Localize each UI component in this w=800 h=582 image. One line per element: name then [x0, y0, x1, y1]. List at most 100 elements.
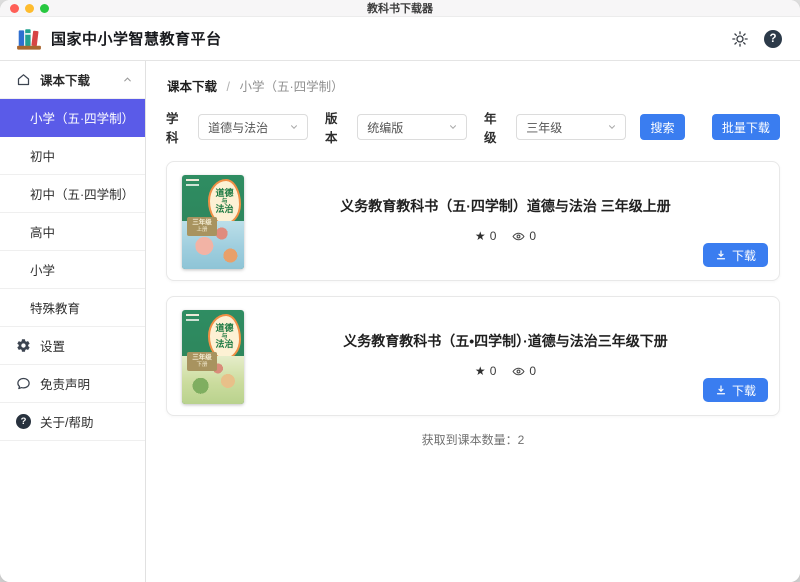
sidebar-group-label: 课本下载	[40, 70, 90, 89]
window-title: 教科书下载器	[0, 0, 800, 16]
main-layout: 课本下载 小学（五·四学制） 初中 初中（五·四学制） 高中 小学 特殊教育	[0, 61, 800, 582]
star-icon: ★	[475, 364, 486, 378]
book-info: 义务教育教科书（五•四学制）·道德与法治三年级下册 ★ 0 0	[244, 310, 767, 402]
chevron-down-icon	[607, 122, 617, 132]
star-count: 0	[490, 229, 497, 243]
chevron-down-icon	[289, 122, 299, 132]
books-logo-icon	[16, 26, 42, 52]
subject-select[interactable]: 道德与法治	[198, 114, 308, 140]
grade-select-value: 三年级	[526, 119, 562, 136]
star-stat: ★ 0	[475, 364, 496, 378]
edition-select[interactable]: 统编版	[357, 114, 467, 140]
cover-subject-top: 道德	[215, 324, 233, 333]
sidebar-item-disclaimer[interactable]: 免责声明	[0, 365, 145, 403]
book-info: 义务教育教科书（五·四学制）道德与法治 三年级上册 ★ 0 0	[244, 175, 767, 267]
breadcrumb-current: 小学（五·四学制）	[239, 80, 343, 94]
sidebar-item-label: 初中（五·四学制）	[30, 184, 133, 203]
content-area: 课本下载 / 小学（五·四学制） 学科 道德与法治 版本 统编版 年级 三年级	[146, 61, 800, 582]
sidebar-group-textbook-download[interactable]: 课本下载	[0, 61, 145, 99]
home-icon	[16, 72, 31, 87]
star-stat: ★ 0	[475, 229, 496, 243]
book-stats: ★ 0 0	[475, 364, 536, 378]
star-count: 0	[490, 364, 497, 378]
sidebar-item-label: 关于/帮助	[40, 412, 93, 431]
search-button[interactable]: 搜索	[640, 114, 685, 140]
book-cover: 道德 与 法治 三年级 上册	[182, 175, 244, 269]
download-button[interactable]: 下载	[703, 243, 768, 267]
cover-volume: 下册	[196, 362, 207, 369]
book-title: 义务教育教科书（五•四学制）·道德与法治三年级下册	[343, 331, 668, 351]
book-title: 义务教育教科书（五·四学制）道德与法治 三年级上册	[340, 196, 671, 216]
views-stat: 0	[512, 364, 536, 378]
subject-label: 学科	[166, 108, 190, 146]
sidebar-item-special-education[interactable]: 特殊教育	[0, 289, 145, 327]
help-icon[interactable]: ?	[764, 30, 782, 48]
minimize-window-button[interactable]	[25, 4, 34, 13]
eye-icon	[512, 365, 525, 378]
sidebar-item-junior-54[interactable]: 初中（五·四学制）	[0, 175, 145, 213]
app-title: 国家中小学智慧教育平台	[51, 28, 222, 49]
sidebar-item-label: 初中	[30, 146, 55, 165]
sidebar-item-junior[interactable]: 初中	[0, 137, 145, 175]
breadcrumb-root[interactable]: 课本下载	[167, 80, 217, 94]
star-icon: ★	[475, 229, 486, 243]
sidebar-item-senior[interactable]: 高中	[0, 213, 145, 251]
cover-publisher-mark	[186, 179, 199, 186]
book-cover: 道德 与 法治 三年级 下册	[182, 310, 244, 404]
sidebar: 课本下载 小学（五·四学制） 初中 初中（五·四学制） 高中 小学 特殊教育	[0, 61, 146, 582]
cover-grade-box: 三年级 上册	[187, 217, 217, 236]
subject-select-value: 道德与法治	[208, 119, 268, 136]
download-icon	[715, 384, 727, 396]
book-card: 道德 与 法治 三年级 下册 义务教育教科书（五•四学制）·道德与法治三年级下册…	[166, 296, 780, 416]
download-icon	[715, 249, 727, 261]
sidebar-item-label: 小学（五·四学制）	[30, 108, 133, 127]
close-window-button[interactable]	[10, 4, 19, 13]
cover-subject-bottom: 法治	[215, 340, 233, 349]
help-circle-icon: ?	[16, 414, 31, 429]
sidebar-item-label: 特殊教育	[30, 298, 80, 317]
cover-subject-top: 道德	[215, 189, 233, 198]
app-window: 教科书下载器 国家中小学智慧教育平台 ? 课本下载	[0, 0, 800, 582]
grade-label: 年级	[484, 108, 508, 146]
grade-select[interactable]: 三年级	[516, 114, 626, 140]
window-controls	[0, 4, 49, 13]
views-count: 0	[529, 364, 536, 378]
chevron-up-icon	[122, 74, 133, 85]
sidebar-item-primary-54[interactable]: 小学（五·四学制）	[0, 99, 145, 137]
eye-icon	[512, 230, 525, 243]
breadcrumb-separator: /	[227, 80, 230, 94]
chevron-down-icon	[448, 122, 458, 132]
cover-grade: 三年级	[192, 219, 212, 227]
cover-volume: 上册	[196, 227, 207, 234]
maximize-window-button[interactable]	[40, 4, 49, 13]
sidebar-item-label: 免责声明	[40, 374, 90, 393]
views-count: 0	[529, 229, 536, 243]
breadcrumb: 课本下载 / 小学（五·四学制）	[167, 76, 780, 95]
header-actions: ?	[731, 30, 782, 48]
filter-bar: 学科 道德与法治 版本 统编版 年级 三年级 搜索 批量下载	[166, 108, 780, 146]
views-stat: 0	[512, 229, 536, 243]
batch-download-button[interactable]: 批量下载	[712, 114, 780, 140]
cover-grade: 三年级	[192, 354, 212, 362]
titlebar: 教科书下载器	[0, 0, 800, 17]
sidebar-item-label: 设置	[40, 336, 65, 355]
edition-select-value: 统编版	[367, 119, 403, 136]
sidebar-item-label: 小学	[30, 260, 55, 279]
cover-publisher-mark	[186, 314, 199, 321]
book-stats: ★ 0 0	[475, 229, 536, 243]
sidebar-item-primary[interactable]: 小学	[0, 251, 145, 289]
sidebar-item-about-help[interactable]: ? 关于/帮助	[0, 403, 145, 441]
speech-bubble-icon	[16, 376, 31, 391]
download-label: 下载	[732, 382, 756, 399]
download-button[interactable]: 下载	[703, 378, 768, 402]
cover-grade-box: 三年级 下册	[187, 352, 217, 371]
book-card: 道德 与 法治 三年级 上册 义务教育教科书（五·四学制）道德与法治 三年级上册…	[166, 161, 780, 281]
download-label: 下载	[732, 247, 756, 264]
edition-label: 版本	[325, 108, 349, 146]
theme-toggle-sun-icon[interactable]	[731, 30, 749, 48]
app-header: 国家中小学智慧教育平台 ?	[0, 17, 800, 61]
sidebar-item-label: 高中	[30, 222, 55, 241]
sidebar-item-settings[interactable]: 设置	[0, 327, 145, 365]
cover-subject-bottom: 法治	[215, 205, 233, 214]
result-count: 获取到课本数量：2	[166, 431, 780, 448]
